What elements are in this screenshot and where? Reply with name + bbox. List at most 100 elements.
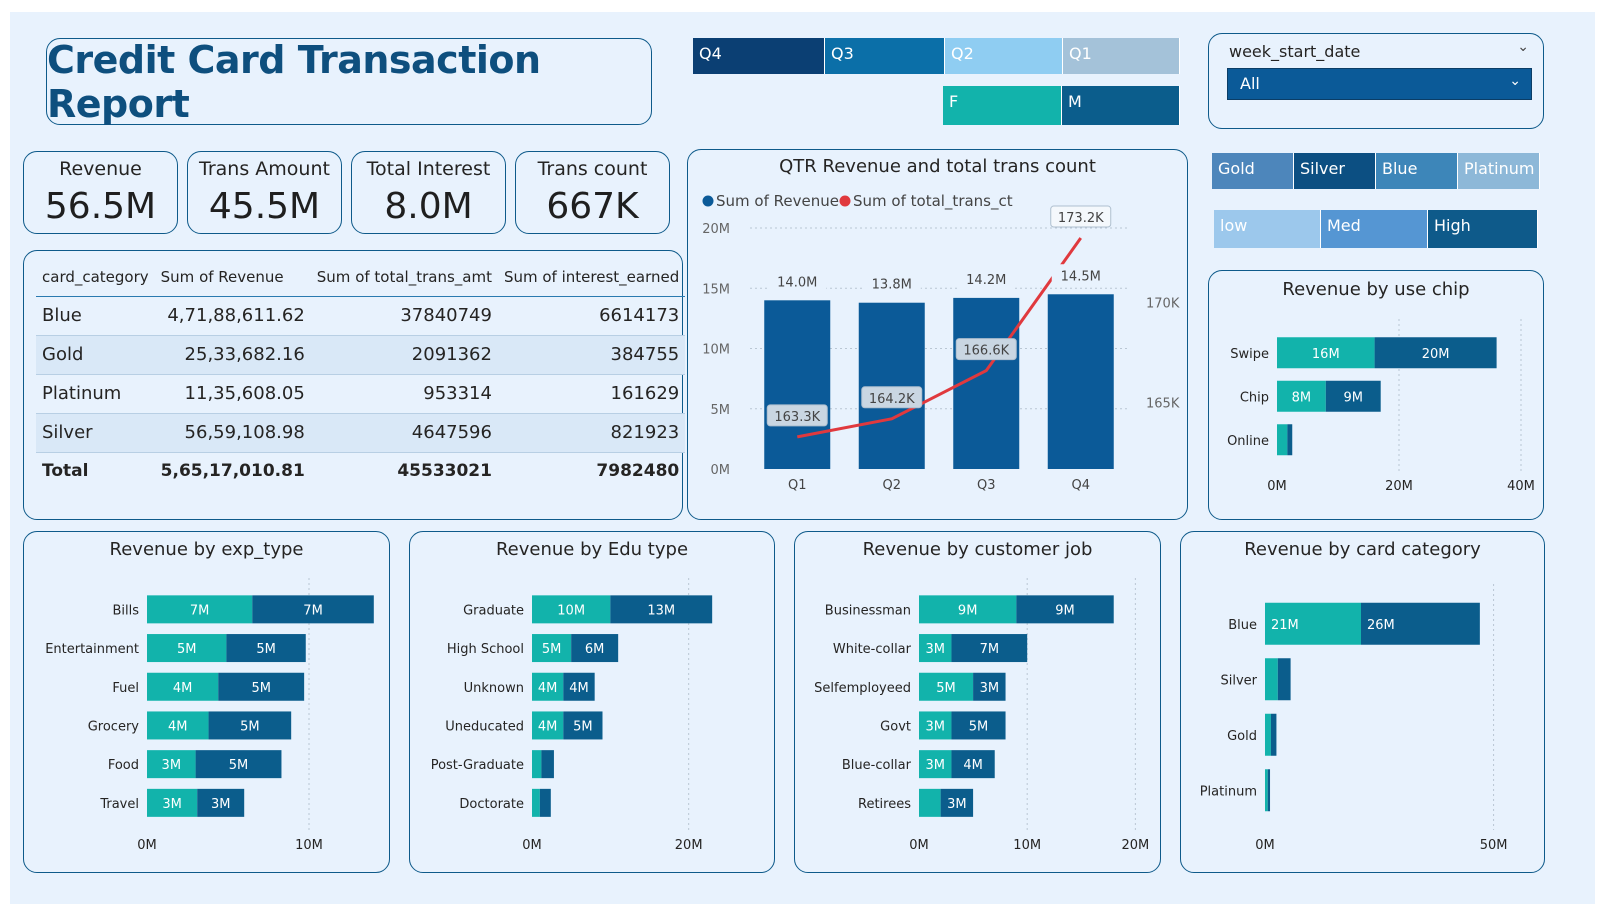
- data-label: 5M: [229, 758, 249, 773]
- table-cell: Blue: [36, 296, 155, 336]
- data-label: 5M: [969, 719, 989, 734]
- column-header[interactable]: Sum of total_trans_amt: [310, 259, 498, 297]
- slicer-tile-q1[interactable]: Q1: [1063, 38, 1180, 74]
- data-label: 4M: [538, 719, 558, 734]
- column-header[interactable]: Sum of Revenue: [154, 259, 311, 297]
- bar-segment-b: [541, 750, 554, 779]
- kpi-value: 8.0M: [384, 186, 473, 227]
- kpi-value: 667K: [546, 186, 639, 227]
- data-label: 8M: [1292, 390, 1312, 405]
- slicer-tile-med[interactable]: Med: [1321, 210, 1428, 248]
- kpi-trans-count: Trans count 667K: [515, 151, 670, 234]
- report-title: Credit Card Transaction Report: [47, 37, 541, 126]
- x-tick-label: Q2: [882, 478, 901, 493]
- x-tick-label: 40M: [1507, 479, 1535, 494]
- dropdown-selected-value: All: [1240, 74, 1260, 93]
- category-label: Chip: [1240, 390, 1269, 405]
- table-cell: 56,59,108.98: [154, 413, 311, 453]
- data-label: 5M: [573, 719, 593, 734]
- data-label: 6M: [585, 642, 605, 657]
- category-label: Online: [1227, 434, 1269, 449]
- bar-segment-a: [1265, 769, 1268, 812]
- x-tick-label: 0M: [1267, 479, 1287, 494]
- y2-tick-label: 170K: [1146, 296, 1180, 311]
- category-label: Blue-collar: [842, 758, 912, 773]
- data-label: 3M: [925, 758, 945, 773]
- category-label: Blue: [1228, 618, 1257, 633]
- slicer-tile-high[interactable]: High: [1428, 210, 1538, 248]
- data-label: 21M: [1271, 618, 1299, 633]
- revenue-bar: [1047, 294, 1114, 469]
- table-cell: 11,35,608.05: [154, 374, 311, 414]
- category-label: Retirees: [858, 797, 911, 812]
- slicer-tile-silver[interactable]: Silver: [1294, 153, 1376, 189]
- trans-count-data-label: 173.2K: [1058, 211, 1104, 226]
- y-tick-label: 0M: [711, 463, 731, 478]
- chip-chart: 0M 20M 40M Swipe 16M 20M Chip 8M 9M Online: [1227, 319, 1535, 494]
- data-label: 10M: [557, 603, 585, 618]
- data-label: 5M: [251, 681, 271, 696]
- legend-marker-trans-count: [839, 195, 851, 207]
- x-tick-label: 0M: [909, 838, 929, 853]
- data-label: 3M: [162, 797, 182, 812]
- x-tick-label: Q4: [1071, 478, 1090, 493]
- legend-marker-revenue: [702, 195, 714, 207]
- category-label: Bills: [112, 603, 139, 618]
- table-header-row: card_category Sum of Revenue Sum of tota…: [36, 259, 686, 297]
- chip-chart-card: Revenue by use chip 0M 20M 40M Swipe 16M 20M C…: [1208, 270, 1544, 520]
- category-label: Grocery: [88, 719, 140, 734]
- bar-segment-b: [1277, 658, 1291, 701]
- column-header[interactable]: Sum of interest_earned: [497, 259, 686, 297]
- slicer-tile-gold[interactable]: Gold: [1212, 153, 1294, 189]
- category-label: Unknown: [464, 681, 524, 696]
- bar-segment-a: [1277, 424, 1288, 456]
- table-cell: 45533021: [310, 452, 498, 490]
- y-tick-label: 10M: [702, 343, 730, 358]
- table-cell: 4,71,88,611.62: [154, 296, 311, 336]
- table-cell: Total: [36, 452, 155, 490]
- data-label: 7M: [980, 642, 1000, 657]
- table-cell: 6614173: [497, 296, 686, 336]
- slicer-tile-platinum[interactable]: Platinum: [1458, 153, 1540, 189]
- table-row: Silver 56,59,108.98 4647596 821923: [36, 413, 686, 453]
- revenue-data-label: 14.2M: [966, 273, 1006, 288]
- kpi-label: Trans count: [537, 158, 648, 180]
- x-tick-label: 0M: [1255, 838, 1275, 853]
- category-chart: 0M 50M Blue 21M 26M Silver Gold Platinum: [1200, 584, 1508, 853]
- legend-label: Sum of total_trans_ct: [853, 192, 1013, 211]
- slicer-tile-q3[interactable]: Q3: [825, 38, 945, 74]
- slicer-tile-blue[interactable]: Blue: [1376, 153, 1458, 189]
- exp-chart-card: Revenue by exp_type 0M 10M Bills 7M 7M Entert…: [23, 531, 390, 873]
- slicer-tile-q2[interactable]: Q2: [945, 38, 1063, 74]
- category-label: Silver: [1220, 673, 1257, 688]
- trans-count-data-label: 164.2K: [869, 392, 915, 407]
- kpi-value: 56.5M: [44, 186, 157, 227]
- data-label: 4M: [569, 681, 589, 696]
- table-cell: 5,65,17,010.81: [154, 452, 311, 490]
- slicer-tile-m[interactable]: M: [1062, 86, 1180, 125]
- category-label: Graduate: [463, 603, 524, 618]
- slicer-tile-low[interactable]: low: [1214, 210, 1321, 248]
- data-label: 3M: [980, 681, 1000, 696]
- x-tick-label: 10M: [1013, 838, 1041, 853]
- week-start-date-dropdown[interactable]: All ⌄: [1227, 68, 1532, 100]
- x-tick-label: 50M: [1480, 838, 1508, 853]
- data-label: 7M: [303, 603, 323, 618]
- table-cell: 4647596: [310, 413, 498, 453]
- category-label: White-collar: [833, 642, 912, 657]
- table-row: Blue 4,71,88,611.62 37840749 6614173: [36, 296, 686, 336]
- category-label: Entertainment: [45, 642, 139, 657]
- chevron-down-icon: ⌄: [1509, 73, 1521, 89]
- data-label: 3M: [925, 719, 945, 734]
- data-label: 9M: [1055, 603, 1075, 618]
- category-label: Swipe: [1230, 347, 1269, 362]
- chevron-up-icon[interactable]: ⌄: [1517, 39, 1529, 55]
- x-tick-label: 20M: [675, 838, 703, 853]
- slicer-tile-f[interactable]: F: [943, 86, 1062, 125]
- x-tick-label: Q3: [977, 478, 996, 493]
- category-label: Fuel: [112, 681, 139, 696]
- column-header[interactable]: card_category: [36, 259, 155, 297]
- y-tick-label: 5M: [711, 403, 731, 418]
- slicer-tile-q4[interactable]: Q4: [693, 38, 825, 74]
- category-label: Platinum: [1200, 784, 1257, 799]
